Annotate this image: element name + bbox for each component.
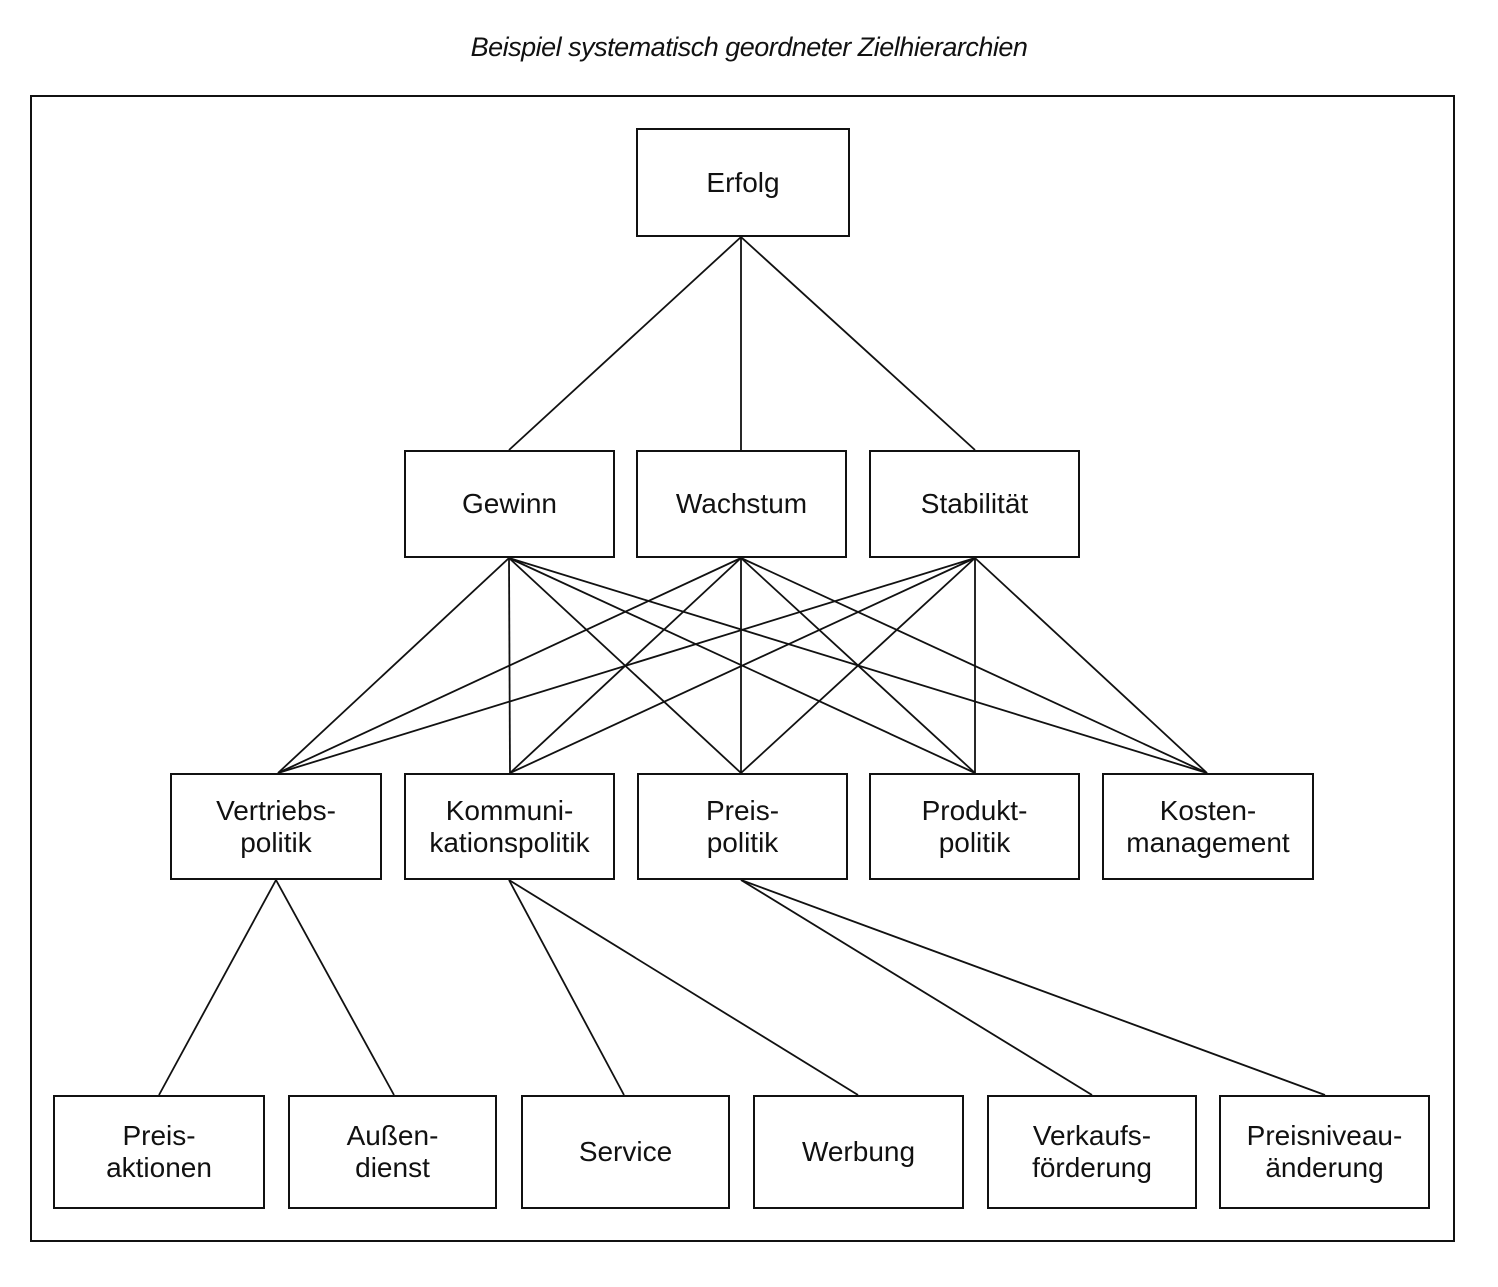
node-wachstum: Wachstum bbox=[636, 450, 847, 558]
node-preisaktionen: Preis- aktionen bbox=[53, 1095, 265, 1209]
node-preisniveauaenderung: Preisniveau- änderung bbox=[1219, 1095, 1430, 1209]
connector-line bbox=[740, 557, 1208, 774]
node-gewinn: Gewinn bbox=[404, 450, 615, 558]
node-produktpolitik: Produkt- politik bbox=[869, 773, 1080, 880]
node-kostenmanagement: Kosten- management bbox=[1102, 773, 1314, 880]
connector-line bbox=[740, 879, 1093, 1096]
node-aussendienst: Außen- dienst bbox=[288, 1095, 497, 1209]
connector-line bbox=[277, 557, 976, 774]
connector-line bbox=[740, 879, 1326, 1096]
connector-line bbox=[277, 557, 510, 774]
node-verkaufsfoerderung: Verkaufs- förderung bbox=[987, 1095, 1197, 1209]
connector-line bbox=[508, 879, 859, 1096]
connector-line bbox=[158, 879, 277, 1096]
node-kommunikationspolitik: Kommuni- kationspolitik bbox=[404, 773, 615, 880]
node-werbung: Werbung bbox=[753, 1095, 964, 1209]
connector-line bbox=[508, 879, 625, 1096]
node-erfolg: Erfolg bbox=[636, 128, 850, 237]
outer-frame bbox=[30, 95, 1455, 1242]
node-vertriebspolitik: Vertriebs- politik bbox=[170, 773, 382, 880]
connector-line bbox=[974, 557, 1208, 774]
node-stabilitaet: Stabilität bbox=[869, 450, 1080, 558]
node-service: Service bbox=[521, 1095, 730, 1209]
connector-line bbox=[740, 236, 976, 451]
connector-line bbox=[508, 236, 742, 451]
connector-line bbox=[275, 879, 395, 1096]
node-preispolitik: Preis- politik bbox=[637, 773, 848, 880]
